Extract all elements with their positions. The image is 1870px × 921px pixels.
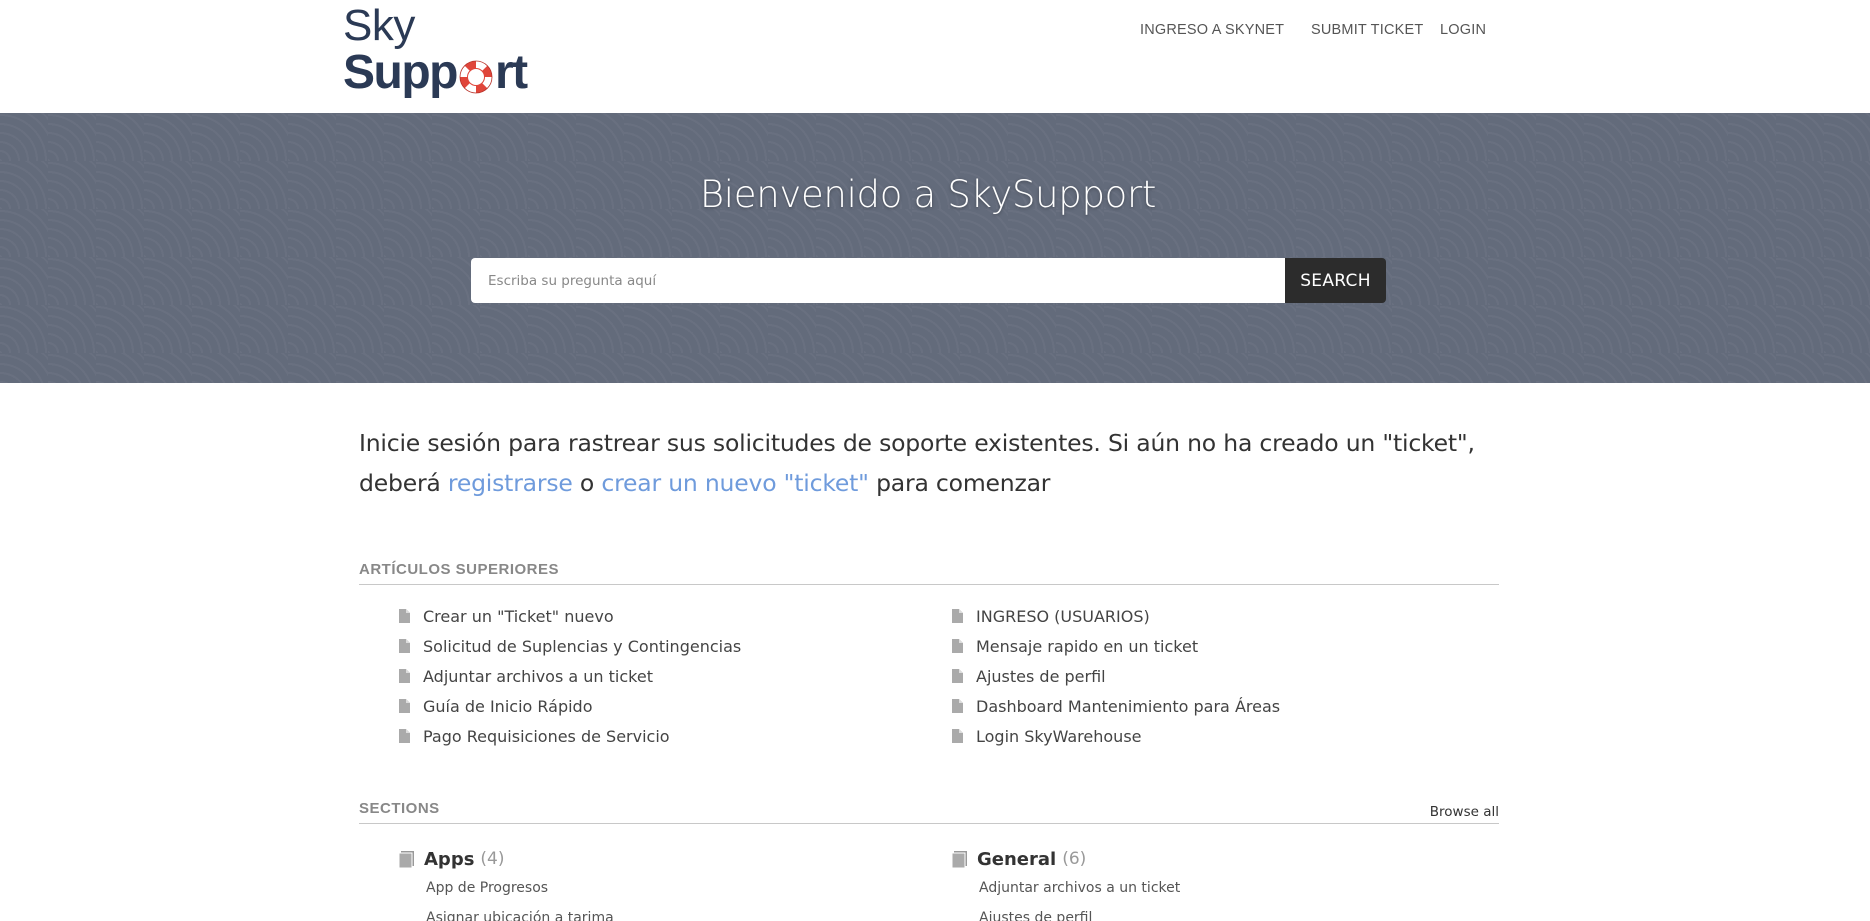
- skysupport-logo[interactable]: Sky Supp rt: [343, 1, 528, 100]
- book-icon: [952, 850, 967, 868]
- article-title: Dashboard Mantenimiento para Áreas: [976, 696, 1281, 716]
- browse-all-link[interactable]: Browse all: [1430, 804, 1499, 820]
- register-link[interactable]: registrarse: [448, 469, 573, 497]
- document-icon: [952, 639, 963, 653]
- article-title: Pago Requisiciones de Servicio: [423, 726, 670, 746]
- section-article-link[interactable]: Adjuntar archivos a un ticket: [979, 873, 1180, 903]
- document-icon: [952, 669, 963, 683]
- section-name: General: [977, 848, 1057, 870]
- article-link[interactable]: Ajustes de perfil: [912, 661, 1432, 691]
- document-icon: [399, 609, 410, 623]
- intro-text-middle: o: [572, 469, 602, 497]
- section-general: General (6) Adjuntar archivos a un ticke…: [912, 845, 1180, 921]
- lifebuoy-icon: [459, 60, 493, 94]
- nav-link-ingreso-skynet[interactable]: INGRESO A SKYNET: [1140, 22, 1284, 38]
- intro-text: Inicie sesión para rastrear sus solicitu…: [359, 423, 1519, 503]
- logo-text-support: Supp rt: [343, 46, 528, 99]
- section-apps: Apps (4) App de Progresos Asignar ubicac…: [359, 845, 614, 921]
- article-title: INGRESO (USUARIOS): [976, 606, 1150, 626]
- sections-header: SECTIONS Browse all: [359, 800, 1499, 824]
- hero-title: Bienvenido a SkySupport: [699, 173, 1157, 216]
- article-link[interactable]: Guía de Inicio Rápido: [359, 691, 879, 721]
- book-icon: [399, 850, 414, 868]
- document-icon: [952, 609, 963, 623]
- logo-text-sky: Sky: [343, 1, 415, 50]
- search-form: SEARCH: [471, 258, 1386, 303]
- article-link[interactable]: Crear un "Ticket" nuevo: [359, 601, 879, 631]
- article-title: Mensaje rapido en un ticket: [976, 636, 1199, 656]
- site-header: Sky Supp rt INGRESO A SKYNET SUBMIT TICK…: [0, 0, 1870, 113]
- top-articles-header: ARTÍCULOS SUPERIORES: [359, 561, 1499, 585]
- article-link[interactable]: Solicitud de Suplencias y Contingencias: [359, 631, 879, 661]
- article-title: Guía de Inicio Rápido: [423, 696, 593, 716]
- section-apps-link[interactable]: Apps (4): [359, 845, 614, 873]
- document-icon: [399, 729, 410, 743]
- document-icon: [952, 729, 963, 743]
- logo-text-support-end: rt: [494, 46, 528, 99]
- article-title: Ajustes de perfil: [976, 666, 1106, 686]
- article-link[interactable]: Mensaje rapido en un ticket: [912, 631, 1432, 661]
- section-count: (6): [1062, 849, 1087, 869]
- article-title: Login SkyWarehouse: [976, 726, 1142, 746]
- search-input[interactable]: [471, 258, 1285, 303]
- new-ticket-link[interactable]: crear un nuevo "ticket": [601, 469, 869, 497]
- document-icon: [399, 639, 410, 653]
- search-button[interactable]: SEARCH: [1285, 258, 1386, 303]
- intro-text-end: para comenzar: [868, 469, 1051, 497]
- document-icon: [399, 699, 410, 713]
- section-name: Apps: [424, 848, 475, 870]
- document-icon: [399, 669, 410, 683]
- section-article-link[interactable]: Asignar ubicación a tarima: [426, 903, 614, 921]
- article-link[interactable]: INGRESO (USUARIOS): [912, 601, 1432, 631]
- document-icon: [952, 699, 963, 713]
- article-title: Crear un "Ticket" nuevo: [423, 606, 614, 626]
- article-title: Solicitud de Suplencias y Contingencias: [423, 636, 742, 656]
- article-link[interactable]: Login SkyWarehouse: [912, 721, 1432, 751]
- top-articles-right-list: INGRESO (USUARIOS) Mensaje rapido en un …: [912, 601, 1432, 751]
- sections-title: SECTIONS: [359, 800, 440, 817]
- top-articles-title: ARTÍCULOS SUPERIORES: [359, 561, 560, 578]
- section-article-link[interactable]: Ajustes de perfil: [979, 903, 1180, 921]
- nav-link-submit-ticket[interactable]: SUBMIT TICKET: [1311, 22, 1423, 38]
- logo-text-support-start: Supp: [343, 46, 458, 99]
- section-general-link[interactable]: General (6): [912, 845, 1180, 873]
- nav-link-login[interactable]: LOGIN: [1440, 22, 1486, 38]
- top-articles-left-list: Crear un "Ticket" nuevo Solicitud de Sup…: [359, 601, 879, 751]
- article-title: Adjuntar archivos a un ticket: [423, 666, 653, 686]
- article-link[interactable]: Pago Requisiciones de Servicio: [359, 721, 879, 751]
- article-link[interactable]: Dashboard Mantenimiento para Áreas: [912, 691, 1432, 721]
- article-link[interactable]: Adjuntar archivos a un ticket: [359, 661, 879, 691]
- section-article-link[interactable]: App de Progresos: [426, 873, 614, 903]
- section-count: (4): [480, 849, 505, 869]
- hero-banner: Bienvenido a SkySupport SEARCH: [0, 113, 1870, 383]
